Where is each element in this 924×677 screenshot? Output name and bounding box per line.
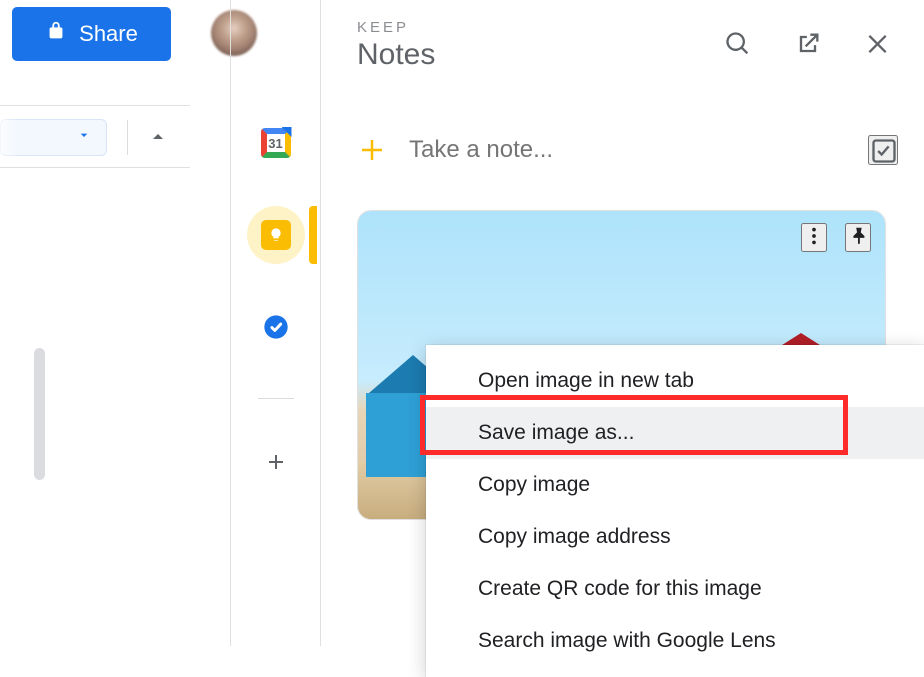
active-marker <box>309 206 317 264</box>
context-menu-item[interactable]: Search image with Google Lens <box>426 615 924 667</box>
search-icon <box>724 30 752 61</box>
keep-icon[interactable] <box>247 206 305 264</box>
context-menu-item[interactable]: Open image in new tab <box>426 355 924 407</box>
side-apps-column: 31 <box>230 0 320 646</box>
panel-title: Notes <box>357 38 718 72</box>
divider <box>258 398 294 399</box>
panel-header: KEEP Notes <box>321 0 924 90</box>
tasks-icon[interactable] <box>261 312 291 342</box>
context-menu: Open image in new tabSave image as...Cop… <box>426 345 924 677</box>
context-menu-item[interactable]: Copy image <box>426 459 924 511</box>
calendar-icon[interactable]: 31 <box>261 128 291 158</box>
context-menu-item[interactable]: Copy image address <box>426 511 924 563</box>
calendar-day: 31 <box>261 128 291 158</box>
context-menu-item[interactable]: Create QR code for this image <box>426 563 924 615</box>
context-menu-item[interactable]: Save image as... <box>426 407 924 459</box>
open-in-new-button[interactable] <box>788 25 828 65</box>
take-note-input[interactable] <box>409 136 868 164</box>
add-app-button[interactable] <box>261 447 291 477</box>
share-button-label: Share <box>79 21 138 47</box>
new-list-button[interactable] <box>868 135 898 165</box>
more-vert-icon <box>803 235 825 250</box>
collapse-button[interactable] <box>132 112 184 164</box>
pin-button[interactable] <box>845 223 871 252</box>
open-in-new-icon <box>794 30 822 61</box>
close-icon <box>864 30 892 61</box>
scrollbar[interactable] <box>34 348 45 480</box>
chevron-up-icon <box>146 125 170 152</box>
toolbar-controls <box>0 105 190 168</box>
pin-icon <box>847 235 869 250</box>
caret-down-icon <box>76 127 92 148</box>
note-card-actions <box>801 223 871 252</box>
plus-icon <box>357 135 387 165</box>
close-button[interactable] <box>858 25 898 65</box>
share-button[interactable]: Share <box>12 7 171 61</box>
search-button[interactable] <box>718 25 758 65</box>
toolbar-dropdown[interactable] <box>0 119 107 156</box>
take-note-row <box>321 110 924 190</box>
panel-actions <box>718 25 898 65</box>
note-more-button[interactable] <box>801 223 827 252</box>
checkbox-icon <box>870 153 898 168</box>
panel-eyebrow: KEEP <box>357 19 718 36</box>
lock-icon <box>45 20 67 48</box>
divider <box>127 120 128 155</box>
